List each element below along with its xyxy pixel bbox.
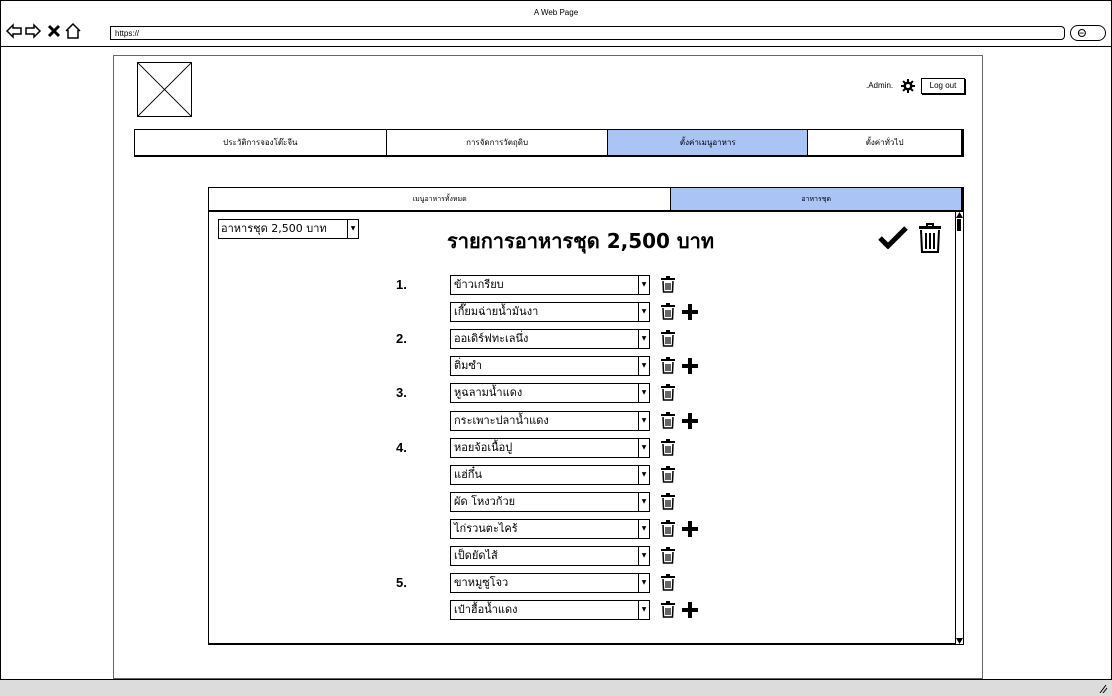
dish-select-value: ข้าวเกรียบ xyxy=(454,278,504,291)
add-dish-icon[interactable] xyxy=(682,602,698,619)
chevron-down-icon[interactable]: ▼ xyxy=(638,411,649,430)
dish-select[interactable]: แฮ่กึ๋น ▼ xyxy=(450,464,650,485)
dish-select-value: เกี๊ยมฉ่ายน้ำมันงา xyxy=(454,305,539,319)
close-icon[interactable] xyxy=(45,22,63,40)
chevron-down-icon[interactable]: ▼ xyxy=(638,492,649,511)
dish-select-value: ไก่รวนตะไคร้ xyxy=(454,521,518,535)
dish-select-value: ออเดิร์ฟทะเลนึ่ง xyxy=(454,332,529,346)
resize-grip-icon[interactable] xyxy=(1096,683,1108,693)
page-title: รายการอาหารชุด 2,500 บาท xyxy=(447,229,715,253)
group-number: 5. xyxy=(396,575,407,591)
add-dish-icon[interactable] xyxy=(682,304,698,321)
chevron-down-icon[interactable]: ▼ xyxy=(638,276,649,294)
trash-icon[interactable] xyxy=(661,438,675,456)
dish-select-value: หอยจ้อเนื้อปู xyxy=(454,440,513,454)
tab-general-settings[interactable]: ตั้งค่าทั่วไป xyxy=(808,130,961,155)
dish-select[interactable]: ข้าวเกรียบ ▼ xyxy=(450,275,650,295)
dish-select[interactable]: เกี๊ยมฉ่ายน้ำมันงา ▼ xyxy=(450,302,650,323)
dish-select[interactable]: ผัด โหงวก้วย ▼ xyxy=(450,491,650,512)
tab-booking-history[interactable]: ประวัติการจองโต๊ะจีน xyxy=(135,130,387,155)
trash-icon[interactable] xyxy=(661,601,675,618)
tab-menu-settings[interactable]: ตั้งค่าเมนูอาหาร xyxy=(608,130,809,155)
dish-select[interactable]: หอยจ้อเนื้อปู ▼ xyxy=(450,437,650,458)
group-number: 1. xyxy=(396,277,407,292)
dish-select-value: เป็ดยัดไส้ xyxy=(454,549,498,562)
dish-select[interactable]: ไก่รวนตะไคร้ ▼ xyxy=(450,518,650,539)
status-bar xyxy=(0,679,1112,696)
home-icon[interactable] xyxy=(64,22,82,40)
toolbar-divider xyxy=(0,46,1112,47)
tab-ingredient-management[interactable]: การจัดการวัตถุดิบ xyxy=(387,130,609,155)
set-menu-select-value: อาหารชุด 2,500 บาท xyxy=(221,222,327,235)
trash-icon[interactable] xyxy=(661,357,675,375)
trash-icon[interactable] xyxy=(661,465,675,483)
sub-tabs: เมนูอาหารทั้งหมด อาหารชุด xyxy=(208,187,964,211)
dish-select[interactable]: ขาหมูซูโจว ▼ xyxy=(450,573,650,594)
group-number: 4. xyxy=(396,439,407,455)
dish-select-value: หูฉลามน้ำแดง xyxy=(454,386,523,400)
trash-icon[interactable] xyxy=(661,411,675,429)
check-icon[interactable] xyxy=(878,225,908,249)
dish-select[interactable]: เป๋าฮื้อน้ำแดง ▼ xyxy=(450,600,650,621)
chevron-down-icon[interactable]: ▼ xyxy=(638,357,649,376)
forward-icon[interactable] xyxy=(24,22,42,40)
logout-button[interactable]: Log out xyxy=(921,78,965,94)
main-nav: ประวัติการจองโต๊ะจีน การจัดการวัตถุดิบ ต… xyxy=(134,129,964,157)
group-number: 3. xyxy=(396,385,407,401)
chevron-down-icon[interactable]: ▼ xyxy=(638,574,649,593)
logo-placeholder-icon xyxy=(137,62,192,117)
search-icon[interactable] xyxy=(1070,25,1106,41)
scroll-down-icon[interactable] xyxy=(956,638,963,644)
trash-icon[interactable] xyxy=(661,330,675,347)
dish-select-value: ผัด โหงวก้วย xyxy=(454,494,516,508)
window-title: A Web Page xyxy=(533,8,579,17)
trash-icon[interactable] xyxy=(661,276,675,293)
dish-select-value: ขาหมูซูโจว xyxy=(454,576,509,590)
trash-icon[interactable] xyxy=(661,574,675,591)
dish-select-value: ติ่มซำ xyxy=(454,359,483,373)
trash-icon[interactable] xyxy=(661,547,675,564)
add-dish-icon[interactable] xyxy=(682,520,698,537)
chevron-down-icon[interactable]: ▼ xyxy=(638,547,649,565)
dish-select[interactable]: เป็ดยัดไส้ ▼ xyxy=(450,546,650,566)
dish-select-value: แฮ่กึ๋น xyxy=(454,467,482,481)
dish-select-value: กระเพาะปลาน้ำแดง xyxy=(454,413,549,427)
chevron-down-icon[interactable]: ▼ xyxy=(638,384,649,403)
trash-icon[interactable] xyxy=(661,519,675,537)
chevron-down-icon[interactable]: ▼ xyxy=(638,465,649,484)
panel-scrollbar[interactable] xyxy=(955,211,964,645)
trash-icon[interactable] xyxy=(661,384,675,402)
tab-set-menu[interactable]: อาหารชุด xyxy=(670,188,961,210)
add-dish-icon[interactable] xyxy=(682,358,698,375)
scroll-thumb[interactable] xyxy=(957,219,961,231)
scroll-up-icon[interactable] xyxy=(956,212,963,218)
set-menu-select[interactable]: อาหารชุด 2,500 บาท ▼ xyxy=(218,219,359,239)
group-number: 2. xyxy=(396,331,407,347)
dish-select[interactable]: ติ่มซำ ▼ xyxy=(450,356,650,377)
dish-select-value: เป๋าฮื้อน้ำแดง xyxy=(454,603,518,617)
trash-icon[interactable] xyxy=(661,303,675,320)
trash-icon[interactable] xyxy=(661,492,675,510)
chevron-down-icon[interactable]: ▼ xyxy=(638,438,649,457)
trash-icon[interactable] xyxy=(918,223,942,253)
tab-all-menu[interactable]: เมนูอาหารทั้งหมด xyxy=(209,188,670,210)
gear-icon[interactable] xyxy=(901,79,915,93)
back-icon[interactable] xyxy=(5,22,23,40)
address-bar[interactable]: https:// xyxy=(110,26,1065,40)
admin-label: .Admin. xyxy=(866,81,894,90)
chevron-down-icon[interactable]: ▼ xyxy=(347,220,358,238)
chevron-down-icon[interactable]: ▼ xyxy=(638,519,649,538)
dish-select[interactable]: กระเพาะปลาน้ำแดง ▼ xyxy=(450,410,650,431)
dish-select[interactable]: ออเดิร์ฟทะเลนึ่ง ▼ xyxy=(450,329,650,350)
dish-select[interactable]: หูฉลามน้ำแดง ▼ xyxy=(450,383,650,404)
chevron-down-icon[interactable]: ▼ xyxy=(638,601,649,620)
chevron-down-icon[interactable]: ▼ xyxy=(638,303,649,322)
add-dish-icon[interactable] xyxy=(682,412,698,429)
chevron-down-icon[interactable]: ▼ xyxy=(638,330,649,349)
